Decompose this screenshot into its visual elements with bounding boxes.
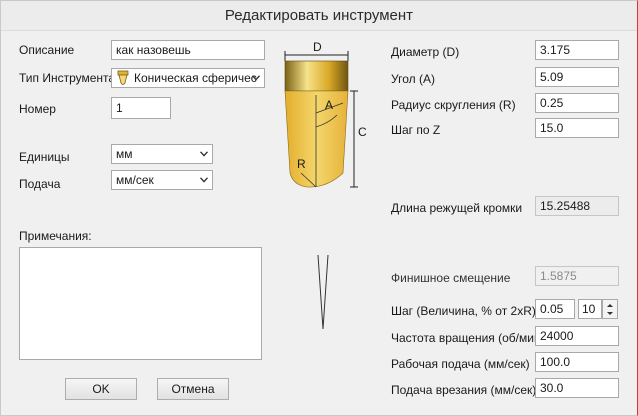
feed-select[interactable]: мм/сек	[111, 170, 213, 190]
feed-value: мм/сек	[116, 173, 154, 187]
units-label: Единицы	[19, 150, 70, 164]
cut-length-value: 15.25488	[535, 196, 619, 216]
notes-label: Примечания:	[19, 229, 92, 243]
work-feed-input[interactable]: 100.0	[535, 352, 619, 372]
z-step-label: Шаг по Z	[391, 123, 441, 137]
cancel-button[interactable]: Отмена	[157, 378, 229, 400]
description-label: Описание	[19, 43, 75, 57]
conical-ball-tool-icon	[117, 70, 129, 85]
chevron-down-icon	[199, 151, 209, 157]
angle-label: Угол (A)	[391, 72, 435, 86]
diagram-label-a: A	[325, 98, 333, 112]
tool-type-value: Коническая сферичес	[134, 71, 257, 85]
tool-diagram: D A R C	[284, 40, 367, 188]
stepover-label: Шаг (Величина, % от 2xR)	[391, 304, 536, 318]
spindle-input[interactable]: 24000	[535, 326, 619, 346]
units-select[interactable]: мм	[111, 144, 213, 164]
diagram-label-r: R	[297, 157, 306, 171]
ok-button[interactable]: OK	[65, 378, 137, 400]
chevron-down-icon[interactable]	[603, 309, 617, 318]
tool-type-select[interactable]: Коническая сферичес	[111, 68, 265, 88]
angle-input[interactable]: 5.09	[535, 67, 619, 87]
plunge-feed-label: Подача врезания (мм/сек)	[391, 383, 537, 397]
stepover-spinner[interactable]	[602, 299, 618, 319]
offset-diagram	[317, 254, 329, 330]
description-input[interactable]: как назовешь	[111, 40, 265, 60]
diagram-label-c: C	[358, 125, 367, 139]
spindle-label: Частота вращения (об/мин)	[391, 331, 545, 345]
radius-input[interactable]: 0.25	[535, 93, 619, 113]
cut-length-label: Длина режущей кромки	[391, 201, 523, 215]
number-input[interactable]: 1	[111, 97, 171, 119]
diameter-input[interactable]: 3.175	[535, 40, 619, 60]
units-value: мм	[116, 147, 133, 161]
finish-offset-input: 1.5875	[535, 266, 619, 286]
diameter-label: Диаметр (D)	[391, 45, 460, 59]
radius-label: Радиус скругления (R)	[391, 98, 516, 112]
plunge-feed-input[interactable]: 30.0	[535, 378, 619, 398]
finish-offset-label: Финишное смещение	[391, 271, 511, 285]
tool-editor-dialog: Редактировать инструмент Описание как на…	[0, 0, 638, 416]
stepover-percent-input[interactable]: 10	[578, 299, 602, 319]
notes-textarea[interactable]	[19, 247, 262, 360]
tool-type-label: Тип Инструмента	[19, 71, 116, 85]
chevron-down-icon	[199, 177, 209, 183]
feed-label: Подача	[19, 177, 61, 191]
chevron-down-icon	[251, 75, 261, 81]
diagram-label-d: D	[313, 40, 322, 54]
window-title: Редактировать инструмент	[1, 1, 637, 31]
work-feed-label: Рабочая подача (мм/сек)	[391, 357, 530, 371]
stepover-value-input[interactable]: 0.05	[535, 299, 575, 319]
number-label: Номер	[19, 102, 56, 116]
z-step-input[interactable]: 15.0	[535, 118, 619, 138]
